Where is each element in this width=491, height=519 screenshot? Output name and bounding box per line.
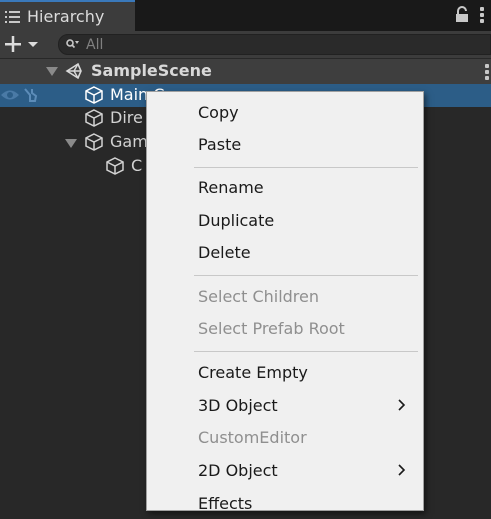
scene-row[interactable]: SampleScene: [0, 59, 491, 84]
menu-item-label: Copy: [198, 103, 239, 122]
menu-item-label: Select Children: [198, 287, 320, 306]
tab-menu-kebab-icon[interactable]: [480, 7, 484, 23]
tab-bar: Hierarchy: [0, 0, 491, 31]
tree-item-label: Gam: [110, 132, 148, 151]
gameobject-cube-icon: [85, 86, 103, 104]
hierarchy-toolbar: [0, 31, 491, 58]
search-field[interactable]: [58, 34, 491, 55]
plus-dropdown-icon[interactable]: [3, 33, 43, 55]
menu-item-2d-object[interactable]: 2D Object: [147, 456, 423, 486]
menu-item-customeditor: CustomEditor: [147, 423, 423, 453]
gameobject-cube-icon: [106, 157, 124, 175]
gameobject-cube-icon: [85, 109, 103, 127]
menu-item-label: Select Prefab Root: [198, 319, 345, 338]
menu-item-paste[interactable]: Paste: [147, 130, 423, 160]
menu-item-label: Rename: [198, 178, 264, 197]
chevron-right-icon: [398, 464, 406, 476]
visibility-eye-icon[interactable]: [0, 88, 20, 102]
chevron-right-icon: [398, 399, 406, 411]
menu-item-copy[interactable]: Copy: [147, 98, 423, 128]
menu-item-delete[interactable]: Delete: [147, 238, 423, 268]
menu-item-rename[interactable]: Rename: [147, 173, 423, 203]
hierarchy-list-icon: [5, 10, 21, 24]
tree-item-label: C: [131, 156, 143, 175]
tab-hierarchy[interactable]: Hierarchy: [0, 0, 135, 31]
scene-label: SampleScene: [91, 61, 212, 80]
expand-caret-icon[interactable]: [65, 139, 77, 148]
tab-label: Hierarchy: [27, 7, 105, 26]
menu-item-label: CustomEditor: [198, 428, 307, 447]
menu-item-label: 3D Object: [198, 396, 278, 415]
scene-menu-kebab-icon[interactable]: [485, 64, 489, 82]
menu-separator: [194, 351, 418, 352]
menu-separator: [194, 275, 418, 276]
menu-item-label: Delete: [198, 243, 251, 262]
menu-item-label: Create Empty: [198, 363, 308, 382]
search-filter-icon: [66, 39, 79, 49]
menu-item-effects[interactable]: Effects: [147, 489, 423, 519]
search-input[interactable]: [86, 36, 466, 54]
lock-icon[interactable]: [455, 6, 469, 23]
expand-caret-icon[interactable]: [46, 67, 58, 76]
tree-item-label: Dire: [110, 108, 143, 127]
menu-item-select-prefab-root: Select Prefab Root: [147, 314, 423, 344]
menu-item-label: Duplicate: [198, 211, 275, 230]
menu-item-label: Effects: [198, 494, 253, 513]
menu-item-3d-object[interactable]: 3D Object: [147, 391, 423, 421]
unity-scene-icon: [65, 62, 82, 80]
menu-item-create-empty[interactable]: Create Empty: [147, 358, 423, 388]
context-menu: Copy Paste Rename Duplicate Delete Selec…: [146, 91, 424, 513]
gameobject-cube-icon: [85, 133, 103, 151]
menu-item-label: Paste: [198, 135, 242, 154]
pickability-hand-icon[interactable]: [22, 87, 38, 103]
menu-item-label: 2D Object: [198, 461, 278, 480]
menu-separator: [194, 167, 418, 168]
menu-item-duplicate[interactable]: Duplicate: [147, 206, 423, 236]
menu-item-select-children: Select Children: [147, 282, 423, 312]
